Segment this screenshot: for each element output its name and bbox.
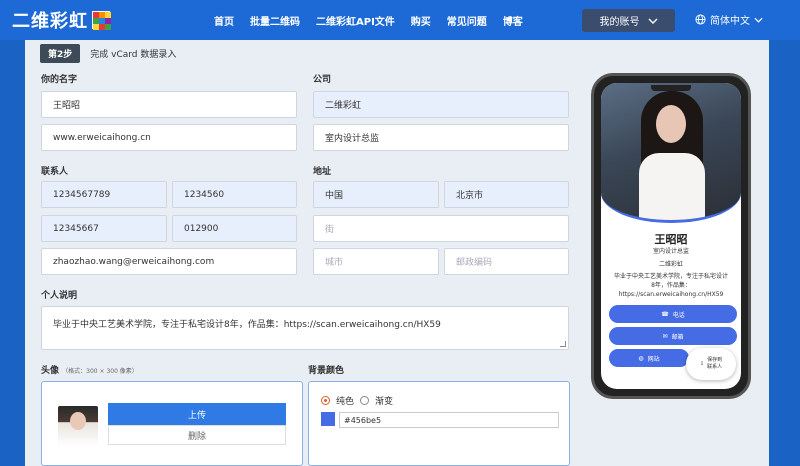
avatar-label: 头像 （格式：300 × 300 像素） (41, 363, 138, 376)
resize-grip-icon[interactable] (560, 341, 566, 347)
account-label: 我的账号 (599, 17, 640, 28)
delete-button[interactable]: 删除 (108, 425, 286, 445)
vcard-form-panel: 第2步 完成 vCard 数据录入 你的名字 王昭昭 www.erweicaih… (25, 40, 769, 466)
job-title-field[interactable]: 室内设计总监 (313, 124, 569, 151)
preview-phone-label: 电话 (672, 311, 685, 319)
brand-name: 二维彩虹 (12, 11, 88, 32)
preview-email-button[interactable]: ✉ 邮箱 (609, 327, 737, 345)
bio-textarea[interactable]: 毕业于中央工艺美术学院，专注于私宅设计8年，作品集：https://scan.e… (41, 306, 569, 350)
solid-radio[interactable] (321, 396, 330, 405)
bg-color-box: 纯色 渐变 #456be5 (308, 381, 570, 466)
avatar-thumbnail (58, 406, 98, 446)
step-title: 完成 vCard 数据录入 (90, 50, 177, 60)
save-contact-button[interactable]: ⇩ 保存到 联系人 (686, 348, 736, 380)
gradient-radio[interactable] (360, 396, 370, 405)
preview-name: 王昭昭 (654, 233, 688, 246)
mobile-field[interactable]: 1234567789 (41, 181, 167, 208)
color-hex-input[interactable]: #456be5 (339, 412, 559, 428)
preview-company: 二维彩虹 (658, 261, 683, 268)
step-badge: 第2步 (40, 44, 81, 63)
rainbow-qr-icon (92, 11, 111, 30)
globe-icon (695, 14, 706, 25)
bio-label: 个人说明 (41, 291, 78, 301)
zip-field[interactable]: 邮政编码 (444, 248, 569, 275)
extension-field[interactable]: 012900 (172, 215, 297, 242)
language-label: 简体中文 (710, 16, 750, 27)
preview-bio-2: 8年，作品集： (651, 282, 691, 289)
step-header: 第2步 完成 vCard 数据录入 (40, 44, 176, 63)
globe-icon: ◍ (638, 354, 644, 362)
nav-buy[interactable]: 购买 (411, 13, 431, 28)
city-field[interactable]: 城市 (313, 248, 439, 275)
email-field[interactable]: zhaozhao.wang@erweicaihong.com (41, 248, 297, 275)
vcard-preview-screen: 王昭昭 室内设计总监 二维彩虹 毕业于中央工艺美术学院，专注于私宅设计 8年，作… (601, 83, 741, 389)
preview-bio-3: https://scan.erweicaihong.cn/HX59 (618, 291, 724, 298)
chevron-down-icon (648, 18, 657, 24)
nav-batch-qr[interactable]: 批量二维码 (250, 13, 300, 28)
color-mode-radios: 纯色 渐变 (321, 394, 393, 407)
avatar-hint: （格式：300 × 300 像素） (62, 368, 138, 375)
main-nav: 首页 批量二维码 二维彩虹API文件 购买 常见问题 博客 (214, 13, 523, 28)
bg-color-label: 背景颜色 (308, 366, 345, 376)
company-label: 公司 (313, 75, 332, 85)
nav-faq[interactable]: 常见问题 (447, 13, 487, 28)
language-selector[interactable]: 简体中文 (695, 12, 763, 27)
company-field[interactable]: 二维彩虹 (313, 91, 569, 118)
avatar-box: 上传 删除 (41, 381, 303, 466)
preview-title: 室内设计总监 (652, 248, 689, 255)
gradient-label: 渐变 (375, 397, 394, 407)
save-contact-label: 保存到 联系人 (707, 357, 723, 370)
avatar-label-text: 头像 (41, 366, 60, 376)
solid-label: 纯色 (336, 397, 355, 407)
nav-blog[interactable]: 博客 (503, 13, 523, 28)
preview-email-label: 邮箱 (671, 333, 684, 341)
street-field[interactable]: 街 (313, 215, 569, 242)
name-label: 你的名字 (41, 75, 78, 85)
envelope-icon: ✉ (662, 332, 668, 340)
chevron-down-icon (754, 17, 763, 23)
phone-icon: ☎ (661, 310, 669, 318)
brand-logo[interactable]: 二维彩虹 (12, 7, 111, 33)
name-field[interactable]: 王昭昭 (41, 91, 297, 118)
phone-field[interactable]: 1234560 (172, 181, 297, 208)
preview-phone-button[interactable]: ☎ 电话 (609, 305, 737, 323)
nav-home[interactable]: 首页 (214, 13, 234, 28)
bio-text: 毕业于中央工艺美术学院，专注于私宅设计8年，作品集：https://scan.e… (53, 320, 441, 330)
fax-field[interactable]: 12345667 (41, 215, 167, 242)
upload-button[interactable]: 上传 (108, 403, 286, 425)
phone-preview: 王昭昭 室内设计总监 二维彩虹 毕业于中央工艺美术学院，专注于私宅设计 8年，作… (591, 73, 751, 399)
preview-bio-1: 毕业于中央工艺美术学院，专注于私宅设计 (613, 273, 728, 280)
account-button[interactable]: 我的账号 (582, 9, 675, 32)
save-contact-icon: ⇩ (699, 360, 705, 367)
nav-api-docs[interactable]: 二维彩虹API文件 (316, 13, 395, 28)
country-field[interactable]: 中国 (313, 181, 439, 208)
preview-website-button[interactable]: ◍ 网站 (609, 349, 689, 367)
contact-label: 联系人 (41, 167, 69, 177)
top-navbar: 二维彩虹 首页 批量二维码 二维彩虹API文件 购买 常见问题 博客 我的账号 … (0, 0, 800, 40)
address-label: 地址 (313, 167, 332, 177)
profile-photo (601, 83, 741, 223)
region-field[interactable]: 北京市 (444, 181, 569, 208)
website-field[interactable]: www.erweicaihong.cn (41, 124, 297, 151)
preview-website-label: 网站 (647, 355, 660, 363)
color-swatch[interactable] (321, 412, 335, 426)
